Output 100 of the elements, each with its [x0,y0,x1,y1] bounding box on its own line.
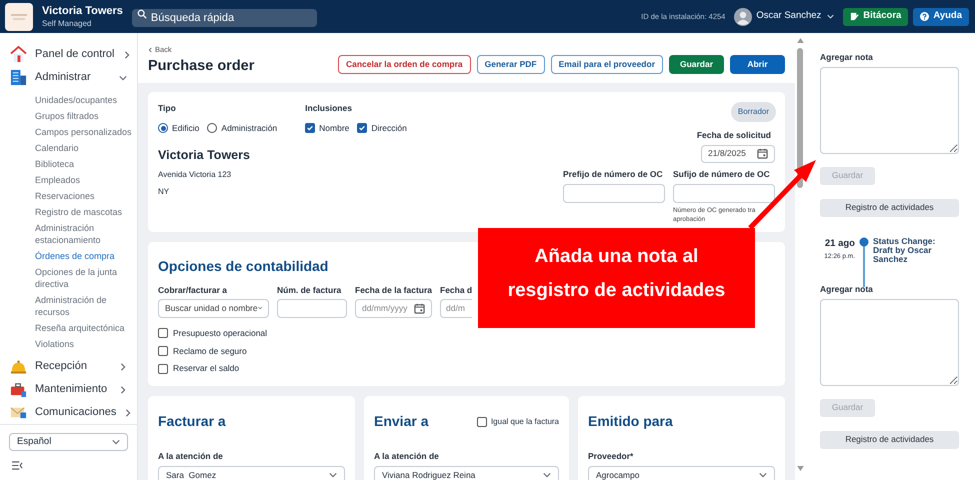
field-label: Sufijo de número de OC [673,168,771,180]
sidebar-link[interactable]: Opciones de la junta directiva [0,264,137,292]
email-vendor-button[interactable]: Email para el proveedor [550,55,663,74]
checkbox[interactable] [305,123,316,134]
field-label: A la atención de [374,450,440,463]
field-label: A la atención de [158,450,224,463]
open-button[interactable]: Abrir [730,55,785,74]
checkbox-label: Nombre [319,122,350,134]
house-icon [10,46,27,63]
help-button[interactable]: Ayuda [913,8,969,26]
chevron-down-icon [329,471,337,480]
field-label: Fecha de la factura [355,284,432,297]
sidebar-link[interactable]: Violations [0,336,137,352]
checkbox[interactable] [357,123,368,134]
sidebar-link[interactable]: Campos personalizados [0,124,137,140]
field-label: Cobrar/facturar a [158,284,228,297]
input-field[interactable] [563,184,665,202]
sidebar-link[interactable]: Reservaciones [0,188,137,204]
sidebar-link[interactable]: Administración estacionamiento [0,220,137,248]
chevron-left-icon [148,46,152,53]
activity-log-button[interactable]: Registro de actividades [820,430,959,448]
section-title: Facturar a [158,412,226,431]
sidebar-section[interactable]: Recepción [0,355,137,378]
sidebar-link[interactable]: Unidades/ocupantes [0,92,137,108]
field-label: Agregar nota [820,51,874,64]
checkbox-label: Reservar el saldo [173,362,240,375]
sidebar-section[interactable]: Mantenimiento [0,378,137,401]
building-icon [10,69,27,86]
date-field[interactable]: dd/m [440,298,472,318]
save-button[interactable]: Guardar [669,55,724,74]
select-field[interactable]: Buscar unidad o nombre [158,298,269,318]
chevron-down-icon [112,438,120,446]
organization-name: Victoria Towers [42,6,123,16]
activity-entry: Status Change: Draft by Oscar Sanchez [873,236,936,266]
field-label: Agregar nota [820,282,874,296]
sidebar-section[interactable]: Panel de control [0,43,137,66]
checkbox[interactable] [476,416,487,426]
sidebar-link[interactable]: Órdenes de compra [0,248,137,264]
generate-pdf-button[interactable]: Generar PDF [476,55,545,74]
cancel-order-button[interactable]: Cancelar la orden de compra [338,55,471,74]
input-field[interactable] [277,298,347,318]
avatar [734,8,752,26]
page-title: Purchase order [148,57,254,76]
activity-date: 21 ago [824,236,855,251]
note-textarea[interactable] [820,298,959,386]
field-label: Tipo [158,102,177,115]
timeline-marker-icon [859,236,869,287]
sidebar-link[interactable]: Biblioteca [0,156,137,172]
field-label: Fecha de solicitud [696,129,771,142]
section-title: Enviar a [374,412,428,431]
checkbox[interactable] [158,328,168,338]
user-menu[interactable]: Oscar Sanchez [756,9,834,24]
scrollbar-thumb[interactable] [797,48,803,188]
chevron-down-icon [543,471,551,480]
scroll-down-icon[interactable] [796,466,804,471]
checkbox-label: Presupuesto operacional [173,326,268,340]
checkbox[interactable] [158,346,168,356]
search-field[interactable]: Búsqueda rápida [132,8,317,26]
chevron-down-icon [759,471,767,480]
radio-option[interactable]: Edificio [158,122,200,134]
sidebar-section[interactable]: Administrar [0,66,137,89]
checkbox[interactable] [158,364,168,374]
input-field[interactable] [673,184,775,202]
scroll-up-icon[interactable] [796,38,804,43]
collapse-menu-icon[interactable] [12,461,23,470]
checkbox-label: Igual que la factura [490,416,559,428]
log-button[interactable]: Bitácora [843,8,908,26]
address-line: Avenida Victoria 123 [158,169,232,182]
sidebar-link[interactable]: Calendario [0,140,137,156]
sidebar-link[interactable]: Grupos filtrados [0,108,137,124]
activity-log-button[interactable]: Registro de actividades [820,198,959,217]
section-title: Opciones de contabilidad [158,257,328,276]
calendar-icon [757,148,768,160]
sidebar-link[interactable]: Reseña arquitectónica [0,320,137,336]
sidebar-link[interactable]: Empleados [0,172,137,188]
notepad-icon [850,12,860,21]
date-field[interactable]: 21/8/2025 [701,144,775,163]
address-line: NY [158,186,170,198]
note-textarea[interactable] [820,66,959,154]
building-name: Victoria Towers [158,146,251,164]
field-label: Inclusiones [305,102,353,115]
help-icon [920,12,930,21]
status-badge: Borrador [730,102,776,122]
organization-subtitle: Self Managed [42,20,92,28]
select-field[interactable]: Viviana Rodriguez Reina [374,466,559,480]
field-label: Fecha d [440,284,472,297]
radio-option[interactable]: Administración [207,122,278,134]
language-select[interactable]: Español [9,433,128,451]
sidebar-section[interactable]: Comunicaciones [0,401,137,424]
sidebar-link[interactable]: Registro de mascotas [0,204,137,220]
field-label: Núm. de factura [277,284,342,297]
checkbox-label: Dirección [371,122,407,134]
section-title: Emitido para [588,412,673,431]
select-field[interactable]: Agrocampo [588,466,775,480]
select-field[interactable]: Sara Gomez [158,466,345,480]
date-field[interactable]: dd/mm/yyyy [355,298,432,318]
callout-box: Añada una nota al resgistro de actividades [478,228,755,328]
search-icon [136,8,147,18]
chevron-down-icon [827,13,834,20]
sidebar-link[interactable]: Administración de recursos [0,292,137,320]
